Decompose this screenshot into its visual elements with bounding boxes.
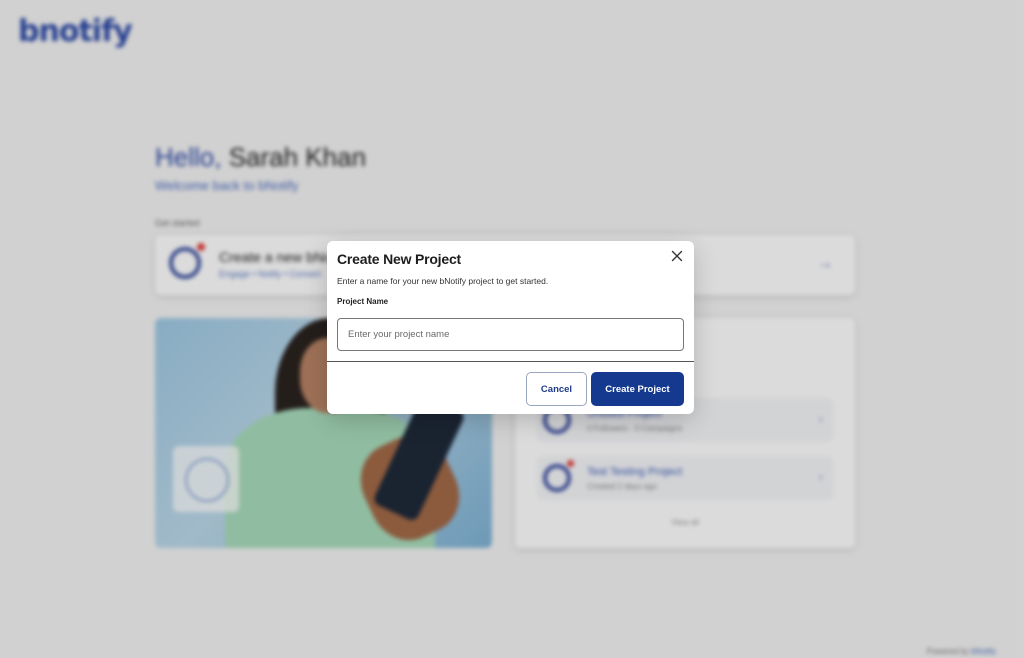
dialog-title: Create New Project [337,251,462,267]
dialog-divider [327,361,694,362]
project-name-label: Project Name [337,297,389,306]
create-project-dialog: Create New Project Enter a name for your… [327,241,694,414]
close-icon[interactable] [668,247,686,265]
project-name-input[interactable] [337,318,684,351]
page: bnotify Hello, Sarah Khan Welcome back t… [0,0,1024,658]
dialog-description: Enter a name for your new bNotify projec… [337,276,549,286]
cancel-button[interactable]: Cancel [526,372,587,406]
create-project-button[interactable]: Create Project [591,372,684,406]
